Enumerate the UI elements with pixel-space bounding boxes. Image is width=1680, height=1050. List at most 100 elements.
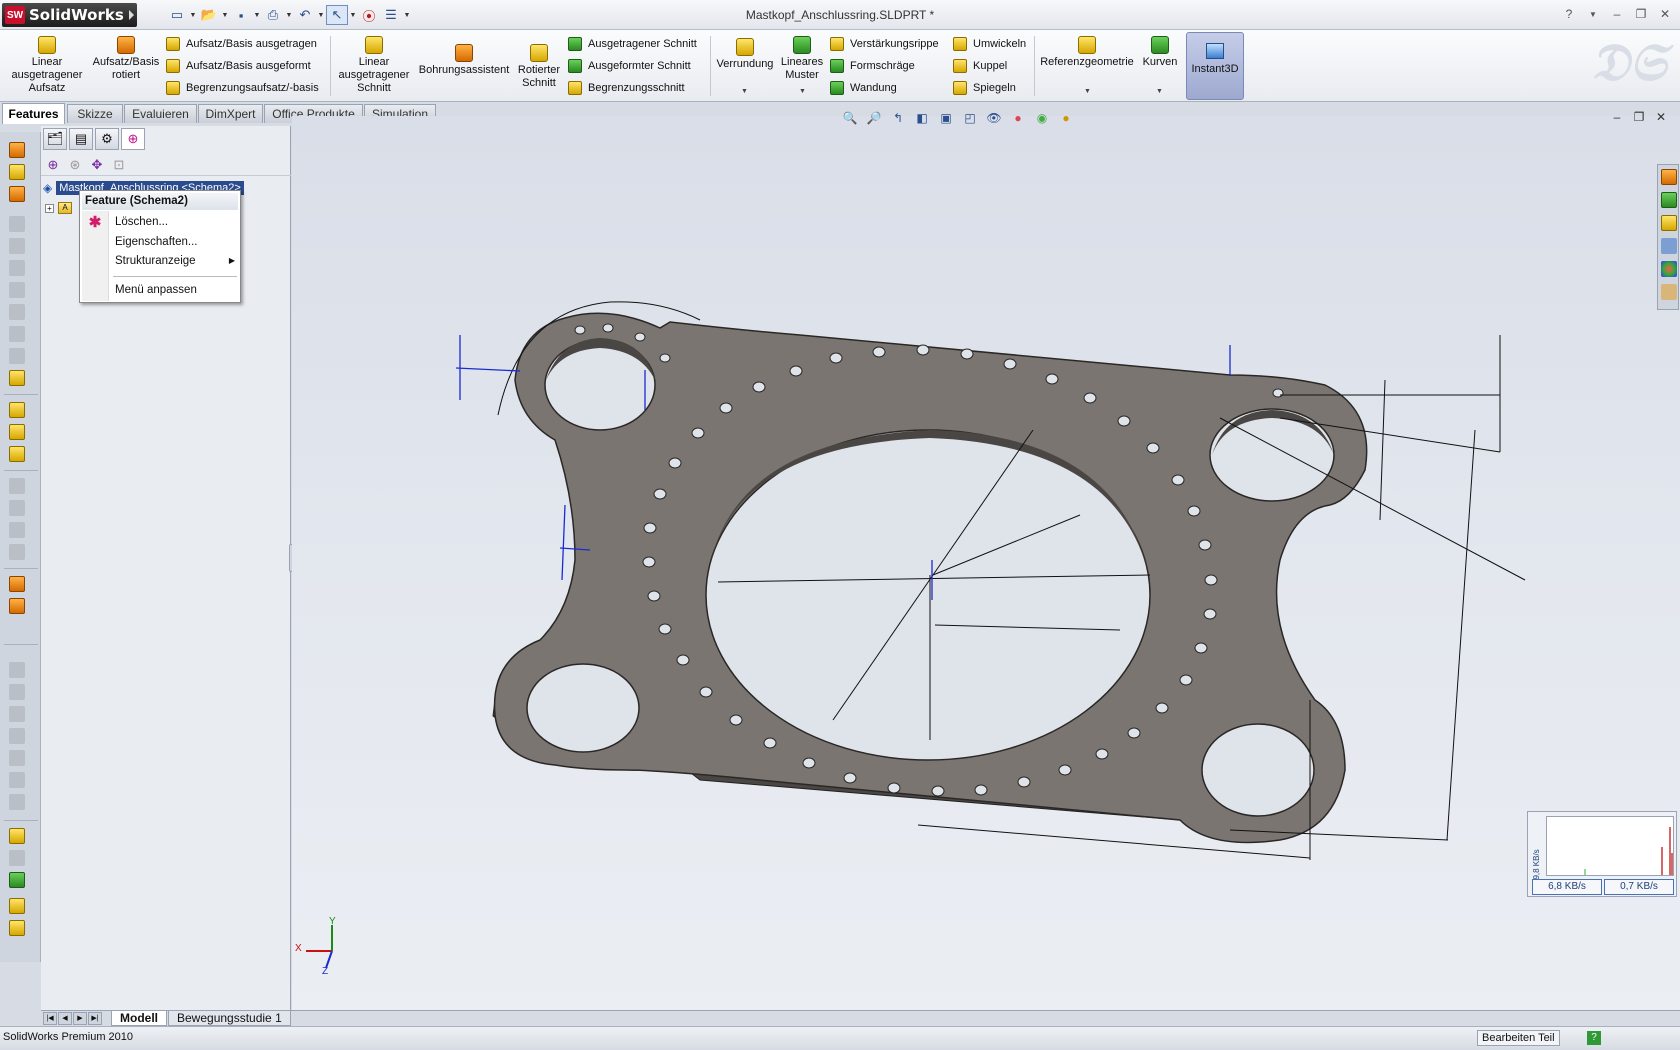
toolbar-feature-icon[interactable] [9, 920, 25, 936]
solidworks-menu-button[interactable]: SW SolidWorks [2, 3, 137, 27]
toolbar-disabled-icon[interactable] [9, 750, 25, 766]
edit-appearance-icon[interactable]: ● [1008, 109, 1028, 127]
options-dropdown[interactable]: ▼ [402, 5, 412, 25]
property-manager-tab-icon[interactable]: ▤ [69, 128, 93, 150]
rebuild-traffic-light-icon[interactable]: ⦿ [358, 5, 380, 25]
toolbar-feature-icon[interactable] [9, 898, 25, 914]
help-dropdown-icon[interactable]: ▼ [1584, 5, 1602, 23]
linear-extruded-boss-button[interactable]: Linear ausgetragener Aufsatz [6, 36, 88, 95]
minimize-icon[interactable]: – [1608, 5, 1626, 23]
toolbar-disabled-icon[interactable] [9, 348, 25, 364]
new-document-icon[interactable]: ▭ [166, 5, 188, 25]
toolbar-disabled-icon[interactable] [9, 304, 25, 320]
dimxpert-tab-icon[interactable]: ⊕ [121, 128, 145, 150]
zoom-to-fit-icon[interactable]: 🔍 [840, 109, 860, 127]
first-tab-icon[interactable]: |◀ [43, 1012, 57, 1025]
fillet-dropdown-icon[interactable]: ▼ [741, 88, 748, 95]
toolbar-disabled-icon[interactable] [9, 794, 25, 810]
select-arrow-icon[interactable]: ↖ [326, 5, 348, 25]
tab-model[interactable]: Modell [111, 1011, 167, 1026]
datum-icon[interactable]: ✥ [88, 156, 106, 174]
appearances-icon[interactable] [1661, 261, 1677, 277]
boundary-boss-button[interactable]: Begrenzungsaufsatz/-basis [166, 78, 319, 98]
tab-evaluate[interactable]: Evaluieren [124, 104, 197, 123]
custom-properties-icon[interactable] [1661, 284, 1677, 300]
toolbar-disabled-icon[interactable] [9, 238, 25, 254]
linear-pattern-button[interactable]: Lineares Muster [780, 36, 824, 82]
linear-extruded-cut-button[interactable]: Linear ausgetragener Schnitt [334, 36, 414, 95]
delete-menu-item[interactable]: Löschen... [115, 213, 237, 231]
fillet-button[interactable]: Verrundung [712, 36, 778, 71]
annotations-item[interactable]: + A [45, 200, 72, 216]
zoom-to-area-icon[interactable]: 🔎 [864, 109, 884, 127]
doc-restore-icon[interactable]: ❐ [1632, 110, 1646, 124]
check-icon[interactable]: ⊡ [110, 156, 128, 174]
tab-dimxpert[interactable]: DimXpert [198, 104, 263, 123]
revolved-cut-button[interactable]: Rotierter Schnitt [514, 36, 564, 90]
toolbar-disabled-icon[interactable] [9, 706, 25, 722]
tab-sketch[interactable]: Skizze [67, 104, 123, 123]
toolbar-disabled-icon[interactable] [9, 260, 25, 276]
last-tab-icon[interactable]: ▶| [88, 1012, 102, 1025]
toolbar-smart-dimension-icon[interactable] [9, 872, 25, 888]
reference-geometry-dropdown-icon[interactable]: ▼ [1084, 88, 1091, 95]
toolbar-cut-icon[interactable] [9, 164, 25, 180]
curves-button[interactable]: Kurven [1138, 36, 1182, 69]
open-dropdown[interactable]: ▼ [220, 5, 230, 25]
apply-scene-icon[interactable]: ◉ [1032, 109, 1052, 127]
lofted-boss-button[interactable]: Aufsatz/Basis ausgeformt [166, 56, 311, 76]
help-status-icon[interactable]: ? [1587, 1031, 1601, 1045]
toolbar-disabled-icon[interactable] [9, 478, 25, 494]
draft-button[interactable]: Formschräge [830, 56, 915, 76]
toolbar-wizard-icon[interactable] [9, 370, 25, 386]
toolbar-disabled-icon[interactable] [9, 500, 25, 516]
select-dropdown[interactable]: ▼ [348, 5, 358, 25]
toolbar-hole-icon[interactable] [9, 402, 25, 418]
mirror-button[interactable]: Spiegeln [953, 78, 1016, 98]
customize-menu-item[interactable]: Menü anpassen [115, 281, 237, 299]
feature-tree-tab-icon[interactable]: 🗂 [43, 128, 67, 150]
undo-dropdown[interactable]: ▼ [316, 5, 326, 25]
dome-button[interactable]: Kuppel [953, 56, 1007, 76]
toolbar-disabled-icon[interactable] [9, 684, 25, 700]
instant3d-button[interactable]: Instant3D [1186, 32, 1244, 100]
new-dropdown[interactable]: ▼ [188, 5, 198, 25]
toolbar-disabled-icon[interactable] [9, 662, 25, 678]
boundary-cut-button[interactable]: Begrenzungsschnitt [568, 78, 685, 98]
swept-boss-button[interactable]: Aufsatz/Basis ausgetragen [166, 34, 317, 54]
tree-display-menu-item[interactable]: Strukturanzeige ▶ [115, 252, 237, 270]
toolbar-disabled-icon[interactable] [9, 544, 25, 560]
undo-icon[interactable]: ↶ [294, 5, 316, 25]
doc-close-icon[interactable]: ✕ [1654, 110, 1668, 124]
solidworks-resources-icon[interactable] [1661, 169, 1677, 185]
save-dropdown[interactable]: ▼ [252, 5, 262, 25]
save-icon[interactable]: ▪ [230, 5, 252, 25]
swept-cut-button[interactable]: Ausgetragener Schnitt [568, 34, 697, 54]
prev-tab-icon[interactable]: ◀ [58, 1012, 72, 1025]
hide-show-items-icon[interactable]: 👁 [984, 109, 1004, 127]
configuration-tab-icon[interactable]: ⚙ [95, 128, 119, 150]
doc-minimize-icon[interactable]: – [1610, 110, 1624, 124]
toolbar-fillet-icon[interactable] [9, 424, 25, 440]
toolbar-revolve-icon[interactable] [9, 186, 25, 202]
properties-menu-item[interactable]: Eigenschaften... [115, 233, 237, 251]
open-folder-icon[interactable]: 📂 [198, 5, 220, 25]
shell-button[interactable]: Wandung [830, 78, 897, 98]
previous-view-icon[interactable]: ↰ [888, 109, 908, 127]
curves-dropdown-icon[interactable]: ▼ [1156, 88, 1163, 95]
wrap-button[interactable]: Umwickeln [953, 34, 1026, 54]
toolbar-disabled-icon[interactable] [9, 216, 25, 232]
toolbar-disabled-icon[interactable] [9, 772, 25, 788]
toolbar-disabled-icon[interactable] [9, 728, 25, 744]
close-icon[interactable]: ✕ [1656, 5, 1674, 23]
hole-wizard-button[interactable]: Bohrungsassistent [417, 36, 511, 77]
restore-icon[interactable]: ❐ [1632, 5, 1650, 23]
toolbar-disabled-icon[interactable] [9, 326, 25, 342]
expand-plus-icon[interactable]: + [45, 203, 54, 213]
toolbar-disabled-icon[interactable] [9, 282, 25, 298]
tolerance-icon[interactable]: ⊛ [66, 156, 84, 174]
toolbar-sketch-icon[interactable] [9, 828, 25, 844]
toolbar-extrude-icon[interactable] [9, 142, 25, 158]
toolbar-pattern-icon[interactable] [9, 446, 25, 462]
tab-motion-study[interactable]: Bewegungsstudie 1 [168, 1011, 291, 1026]
